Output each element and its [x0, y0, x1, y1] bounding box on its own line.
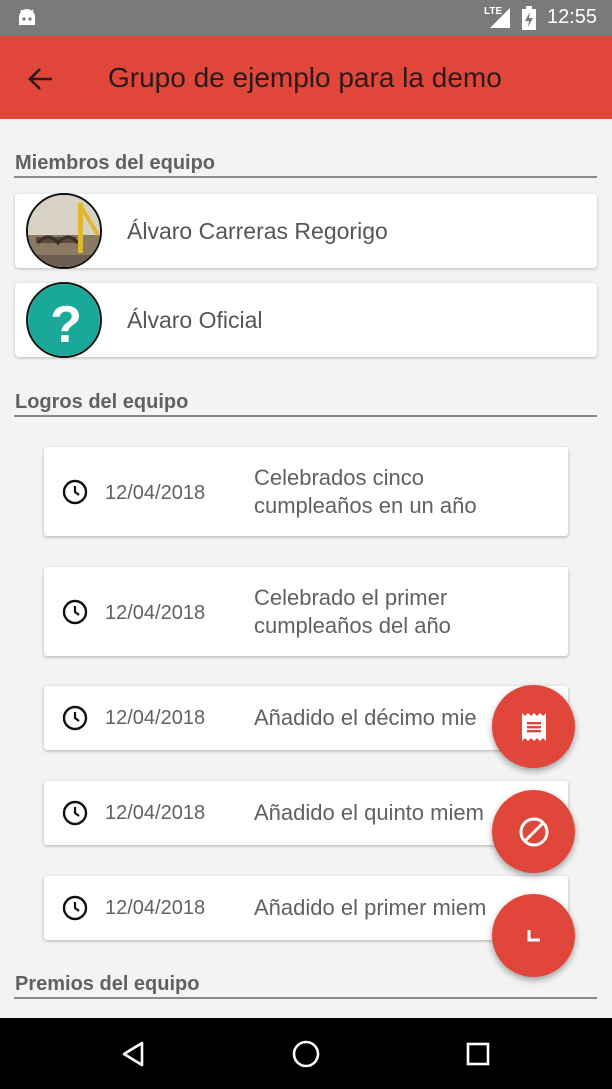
avatar: [26, 193, 102, 269]
corner-fab[interactable]: [492, 894, 575, 977]
app-bar: Grupo de ejemplo para la demo: [0, 36, 612, 119]
arrow-back-icon: [28, 68, 52, 90]
receipt-icon: [521, 712, 546, 741]
status-bar: LTE 12:55: [0, 0, 612, 36]
achievement-date: 12/04/2018: [105, 482, 206, 504]
achievement-description: Celebrado el primer cumpleaños del año: [254, 584, 554, 640]
achievement-description-line: Celebrado el primer: [254, 585, 448, 610]
clock-icon: [62, 479, 88, 505]
achievement-description-line: Celebrados cinco: [254, 465, 424, 490]
achievement-card[interactable]: 12/04/2018 Añadido el primer miem: [44, 876, 568, 940]
avatar: ?: [26, 282, 102, 358]
receipt-fab[interactable]: [492, 685, 575, 768]
svg-text:?: ?: [50, 296, 82, 354]
achievements-section-header: Logros del equipo: [14, 391, 597, 417]
clock-icon: [62, 705, 88, 731]
members-section-header: Miembros del equipo: [14, 152, 597, 178]
clock-icon: [62, 895, 88, 921]
back-triangle-icon: [122, 1041, 144, 1067]
nav-recents-button[interactable]: [462, 1038, 494, 1070]
battery-charging-icon: [522, 6, 536, 30]
awards-section-header: Premios del equipo: [14, 973, 597, 999]
recents-square-icon: [466, 1042, 490, 1066]
block-icon: [519, 817, 548, 846]
achievement-card[interactable]: 12/04/2018 Añadido el quinto miem: [44, 781, 568, 845]
awards-section-title: Premios del equipo: [15, 973, 200, 995]
achievement-date: 12/04/2018: [105, 602, 206, 624]
achievement-card[interactable]: 12/04/2018 Celebrado el primer cumpleaño…: [44, 567, 568, 656]
status-time: 12:55: [547, 6, 598, 28]
achievement-card[interactable]: 12/04/2018 Celebrados cinco cumpleaños e…: [44, 447, 568, 536]
member-name: Álvaro Carreras Regorigo: [127, 218, 388, 244]
achievement-date: 12/04/2018: [105, 802, 206, 824]
member-name: Álvaro Oficial: [127, 307, 263, 333]
question-mark-icon: ?: [28, 284, 100, 356]
block-fab[interactable]: [492, 790, 575, 873]
member-card[interactable]: Álvaro Carreras Regorigo: [15, 193, 597, 269]
clock-icon: [62, 800, 88, 826]
system-nav-bar: [0, 1018, 612, 1089]
members-section-title: Miembros del equipo: [15, 152, 216, 174]
achievement-description-line: cumpleaños en un año: [254, 493, 477, 518]
back-button[interactable]: [18, 56, 64, 102]
achievement-card[interactable]: 12/04/2018 Añadido el décimo mie: [44, 686, 568, 750]
nav-back-button[interactable]: [118, 1038, 150, 1070]
clock-icon: [62, 599, 88, 625]
home-circle-icon: [292, 1040, 320, 1068]
achievement-date: 12/04/2018: [105, 707, 206, 729]
achievement-description-line: cumpleaños del año: [254, 613, 451, 638]
nav-home-button[interactable]: [290, 1038, 322, 1070]
android-icon: [19, 9, 35, 25]
signal-icon: [490, 8, 510, 28]
photo-avatar-icon: [28, 195, 100, 267]
achievements-section-title: Logros del equipo: [15, 391, 189, 413]
achievement-description: Celebrados cinco cumpleaños en un año: [254, 464, 554, 520]
achievement-date: 12/04/2018: [105, 897, 206, 919]
page-title: Grupo de ejemplo para la demo: [108, 62, 502, 93]
member-card[interactable]: ? Álvaro Oficial: [15, 282, 597, 358]
corner-icon: [527, 929, 540, 941]
